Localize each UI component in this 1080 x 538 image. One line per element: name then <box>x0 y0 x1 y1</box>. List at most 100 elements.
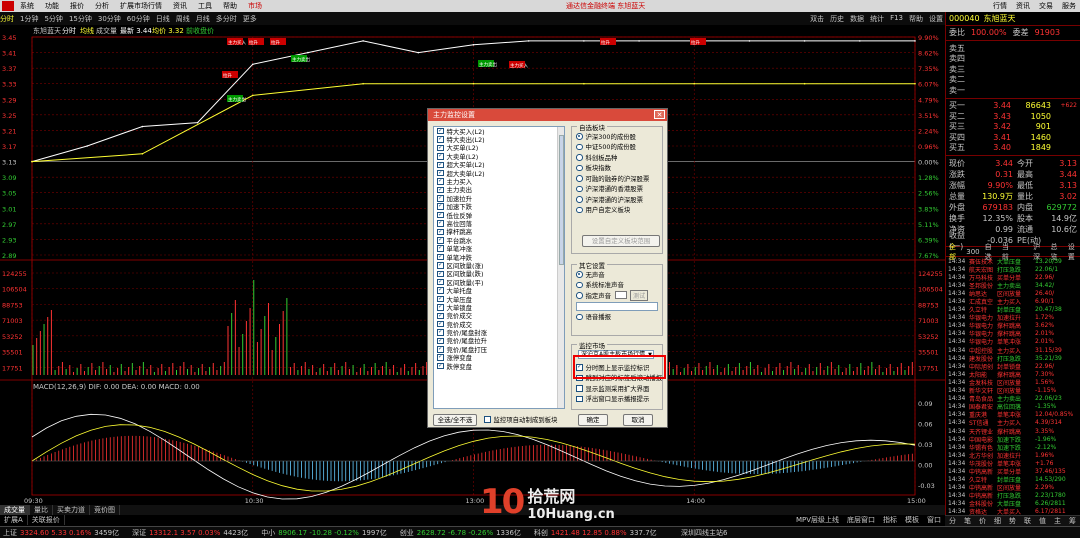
radio-voice[interactable]: 语音播报 <box>572 312 662 323</box>
checkbox <box>437 312 444 319</box>
menu-item-tools[interactable]: 工具 <box>198 1 212 11</box>
top-tab-quote[interactable]: 行情 <box>993 1 1007 11</box>
data-point <box>583 40 585 42</box>
index-quote[interactable]: 科创 1421.48 12.85 0.88% 337.7亿 <box>534 528 657 538</box>
menu-item-news[interactable]: 资讯 <box>173 1 187 11</box>
index-quote[interactable]: 中小 8906.17 -10.28 -0.12% 1997亿 <box>261 528 387 538</box>
tab-ext-a[interactable]: 扩展A <box>0 515 28 525</box>
tab-related[interactable]: 关联报价 <box>28 515 65 525</box>
btn-template[interactable]: 模板 <box>905 515 919 525</box>
self-board-option[interactable]: 科创板品种 <box>572 152 662 163</box>
checkbox <box>437 278 444 285</box>
menu-item-system[interactable]: 系统 <box>20 1 34 11</box>
sound-path-field[interactable] <box>576 301 658 311</box>
monitor-checklist[interactable]: 特大买入(L2)特大卖出(L2)大买单(L2)大卖单(L2)超大买单(L2)超大… <box>433 126 565 409</box>
chart-tab-intraday[interactable]: 分时 <box>62 26 76 35</box>
quote-panel-tab[interactable]: 分 <box>949 516 956 526</box>
tf-more[interactable]: 更多 <box>243 14 257 24</box>
tf-month[interactable]: 月线 <box>196 14 210 24</box>
toolbar-help[interactable]: 帮助 <box>909 14 923 24</box>
mpv-bottom[interactable]: 底层窗口 <box>847 515 875 525</box>
server-name[interactable]: 深圳四线主站6 <box>681 528 727 538</box>
self-board-option[interactable]: 中证500的成份股 <box>572 142 662 153</box>
radio-custom-sound[interactable]: 指定声音 测试 <box>572 289 662 301</box>
menu-item-market[interactable]: 市场 <box>248 1 262 11</box>
index-quote[interactable]: 创业 2628.72 -6.78 -0.26% 1336亿 <box>400 528 521 538</box>
tf-15min[interactable]: 15分钟 <box>69 14 92 24</box>
tf-1min[interactable]: 1分钟 <box>20 14 38 24</box>
scrollbar-thumb[interactable] <box>559 135 564 265</box>
top-tab-service[interactable]: 服务 <box>1062 1 1076 11</box>
top-tab-trade[interactable]: 交易 <box>1039 1 1053 11</box>
radio-system-sound[interactable]: 系统标准声音 <box>572 280 662 291</box>
toolbar-dblclick[interactable]: 双击 <box>810 14 824 24</box>
tf-5min[interactable]: 5分钟 <box>44 14 62 24</box>
toolbar-data[interactable]: 数据 <box>850 14 864 24</box>
menu-item-help[interactable]: 帮助 <box>223 1 237 11</box>
cancel-button[interactable]: 取消 <box>623 414 653 426</box>
self-board-option[interactable]: 板块指数 <box>572 163 662 174</box>
self-board-option[interactable]: 沪深港通的香港股票 <box>572 184 662 195</box>
dialog-titlebar[interactable]: 主力监控设置 ✕ <box>428 109 667 121</box>
tf-multi[interactable]: 多分时 <box>216 14 237 24</box>
data-point <box>914 82 916 85</box>
toolbar-f13[interactable]: F13 <box>890 14 903 24</box>
menu-item-ext-market[interactable]: 扩展市场行情 <box>120 1 162 11</box>
monitor-marker-label: 拉升 <box>223 72 232 79</box>
price-tick-label: 3.21 <box>2 127 16 135</box>
opt-popup[interactable]: 浮出窗口显示播报提示 <box>572 394 662 405</box>
quote-panel-tab[interactable]: 值 <box>1039 516 1046 526</box>
self-board-option[interactable]: 沪深300的成份股 <box>572 131 662 142</box>
checklist-scrollbar[interactable] <box>557 127 564 408</box>
checkbox <box>484 416 491 423</box>
menu-item-analysis[interactable]: 分析 <box>95 1 109 11</box>
checkbox <box>437 244 444 252</box>
mpv-online[interactable]: MPV层级上线 <box>796 515 839 525</box>
btn-indicator[interactable]: 指标 <box>883 515 897 525</box>
tf-intraday[interactable]: 分时 <box>0 14 14 24</box>
select-all-button[interactable]: 全选/全不选 <box>433 414 477 426</box>
close-icon[interactable]: ✕ <box>654 110 665 119</box>
browse-sound-button[interactable] <box>615 291 628 300</box>
quote-panel-tab[interactable]: 筹 <box>1069 516 1076 526</box>
opt-auto-board[interactable]: 监控项自动制成到板块 <box>480 414 557 425</box>
toolbar-history[interactable]: 历史 <box>830 14 844 24</box>
monitor-tab-300[interactable]: 300 <box>966 248 979 256</box>
quote-panel-tab[interactable]: 价 <box>979 516 986 526</box>
tf-day[interactable]: 日线 <box>156 14 170 24</box>
watermark-url: 10Huang.cn <box>527 506 615 522</box>
index-quote[interactable]: 上证 3324.60 5.33 0.16% 3459亿 <box>3 528 119 538</box>
tab-volume[interactable]: 成交量 <box>0 505 30 515</box>
top-tab-news[interactable]: 资讯 <box>1016 1 1030 11</box>
quote-panel-tab[interactable]: 联 <box>1024 516 1031 526</box>
quote-panel-tab[interactable]: 势 <box>1009 516 1016 526</box>
opt-large-ui[interactable]: 显示监测采用扩大界面 <box>572 383 662 394</box>
test-sound-button[interactable]: 测试 <box>630 289 649 301</box>
ok-button[interactable]: 确定 <box>578 414 608 426</box>
self-board-option[interactable]: 沪深港通的沪深股票 <box>572 194 662 205</box>
tf-30min[interactable]: 30分钟 <box>98 14 121 24</box>
monitor-check-item[interactable]: 跌停变盘 <box>434 362 564 371</box>
tf-60min[interactable]: 60分钟 <box>127 14 150 24</box>
tf-week[interactable]: 周线 <box>176 14 190 24</box>
self-board-option[interactable]: 用户自定义板块 <box>572 205 662 216</box>
tab-auction[interactable]: 竞价图 <box>90 505 120 515</box>
quote-panel-tab[interactable]: 细 <box>994 516 1001 526</box>
checkbox <box>437 203 444 210</box>
menu-item-function[interactable]: 功能 <box>45 1 59 11</box>
set-custom-board-button[interactable]: 设置自定义板块范围 <box>582 235 660 247</box>
radio-no-sound[interactable]: 无声音 <box>572 269 662 280</box>
toolbar-stats[interactable]: 统计 <box>870 14 884 24</box>
pct-tick-label: 6.07% <box>918 81 939 89</box>
quote-panel-tab[interactable]: 主 <box>1054 516 1061 526</box>
tab-vol-ratio[interactable]: 量比 <box>30 505 53 515</box>
vol-tick-label: 35501 <box>918 349 939 357</box>
quote-panel-tab[interactable]: 笔 <box>964 516 971 526</box>
toolbar-settings[interactable]: 设置 <box>929 14 943 24</box>
monitor-ticker[interactable]: 14:34 赛伍技术 大单压盘 13.20/39 14:34 航天宏图 打压急跌 22.06/… <box>946 257 1080 525</box>
tab-force[interactable]: 买卖力道 <box>53 505 90 515</box>
menu-item-quote[interactable]: 报价 <box>70 1 84 11</box>
index-quote[interactable]: 深证 13312.1 3.57 0.03% 4423亿 <box>132 528 248 538</box>
btn-window[interactable]: 窗口 <box>927 515 941 525</box>
self-board-option[interactable]: 可融的融券的沪深股票 <box>572 173 662 184</box>
